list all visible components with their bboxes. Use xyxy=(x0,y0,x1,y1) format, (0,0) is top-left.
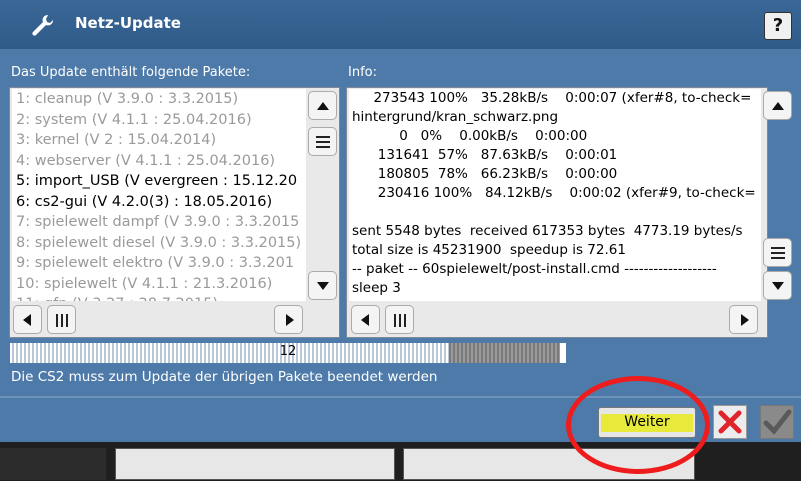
package-list-item[interactable]: 10: spielewelt (V 4.1.1 : 21.3.2016) xyxy=(12,274,306,295)
package-list-item[interactable]: 4: webserver (V 4.1.1 : 25.04.2016) xyxy=(12,151,306,172)
checkmark-icon xyxy=(763,409,792,435)
info-scroll-right-button[interactable] xyxy=(729,305,758,334)
info-log-line: 131641 57% 87.63kB/s 0:00:01 xyxy=(352,147,618,163)
arrow-right-icon xyxy=(286,314,294,326)
arrow-right-icon xyxy=(741,314,749,326)
info-log-line: 0 0% 0.00kB/s 0:00:00 xyxy=(352,128,588,144)
info-hscroll-thumb[interactable] xyxy=(385,305,414,334)
netz-update-dialog: Netz-Update ? Das Update enthält folgend… xyxy=(0,0,801,442)
package-list-item[interactable]: 5: import_USB (V evergreen : 15.12.20 xyxy=(12,171,306,192)
title-bar: Netz-Update ? xyxy=(0,0,801,49)
update-progress-bar: 12 xyxy=(10,343,566,363)
grip-icon xyxy=(394,314,396,327)
confirm-button[interactable] xyxy=(760,405,794,439)
package-list-item[interactable]: 7: spielewelt dampf (V 3.9.0 : 3.3.2015 xyxy=(12,212,306,233)
status-message: Die CS2 muss zum Update der übrigen Pake… xyxy=(11,369,438,385)
packages-scroll-right-button[interactable] xyxy=(274,305,303,334)
packages-hscroll-thumb[interactable] xyxy=(47,305,76,334)
info-log[interactable]: 273543 100% 35.28kB/s 0:00:07 (xfer#8, t… xyxy=(349,89,761,301)
grip-icon xyxy=(316,136,330,138)
grip-icon xyxy=(56,314,58,327)
info-scroll-up-button[interactable] xyxy=(763,91,792,120)
package-list-item[interactable]: 3: kernel (V 2 : 15.04.2014) xyxy=(12,130,306,151)
info-header: Info: xyxy=(348,65,377,80)
info-log-line: hintergrund/kran_schwarz.png xyxy=(352,109,559,125)
arrow-up-icon xyxy=(772,102,784,110)
info-log-line: sleep 3 xyxy=(352,280,401,296)
info-scroll-thumb[interactable] xyxy=(763,238,792,267)
info-scroll-down-button[interactable] xyxy=(763,271,792,300)
help-button[interactable]: ? xyxy=(764,12,792,40)
package-list-item[interactable]: 2: system (V 4.1.1 : 25.04.2016) xyxy=(12,110,306,131)
dialog-title: Netz-Update xyxy=(75,14,181,32)
info-log-line: total size is 45231900 speedup is 72.61 xyxy=(352,242,626,258)
info-log-line: 180805 78% 66.23kB/s 0:00:00 xyxy=(352,166,618,182)
progress-label: 12 xyxy=(279,344,297,359)
arrow-down-icon xyxy=(317,282,329,290)
info-log-line xyxy=(349,203,761,222)
info-log-line: sent 5548 bytes received 617353 bytes 47… xyxy=(352,223,743,239)
packages-header: Das Update enthält folgende Pakete: xyxy=(11,65,251,80)
package-list-item[interactable]: 9: spielewelt elektro (V 3.9.0 : 3.3.201 xyxy=(12,253,306,274)
info-scroll-left-button[interactable] xyxy=(351,305,380,334)
arrow-left-icon xyxy=(361,314,369,326)
close-x-icon xyxy=(718,410,742,434)
background-panel xyxy=(115,448,395,480)
grip-icon xyxy=(771,247,785,249)
packages-list[interactable]: 1: cleanup (V 3.9.0 : 3.3.2015) 2: system… xyxy=(12,89,306,301)
cancel-button[interactable] xyxy=(713,405,747,439)
packages-scroll-up-button[interactable] xyxy=(308,91,337,120)
package-list-item[interactable]: 8: spielewelt diesel (V 3.9.0 : 3.3.2015… xyxy=(12,233,306,254)
wrench-icon xyxy=(32,14,54,36)
packages-scroll-down-button[interactable] xyxy=(308,271,337,300)
info-log-line: 230416 100% 84.12kB/s 0:00:02 (xfer#9, t… xyxy=(352,185,756,201)
package-list-item[interactable]: 6: cs2-gui (V 4.2.0(3) : 18.05.2016) xyxy=(12,192,306,213)
info-log-line: 273543 100% 35.28kB/s 0:00:07 (xfer#8, t… xyxy=(352,90,752,106)
packages-scroll-thumb[interactable] xyxy=(308,127,337,156)
annotation-circle xyxy=(566,376,710,474)
arrow-left-icon xyxy=(23,314,31,326)
arrow-up-icon xyxy=(317,102,329,110)
info-log-line: -- paket -- 60spielewelt/post-install.cm… xyxy=(352,261,717,277)
package-list-item[interactable]: 11: gfp (V 3.27 : 28.7.2015) xyxy=(12,294,306,301)
package-list-item[interactable]: 1: cleanup (V 3.9.0 : 3.3.2015) xyxy=(12,89,306,110)
arrow-down-icon xyxy=(772,282,784,290)
packages-scroll-left-button[interactable] xyxy=(13,305,42,334)
